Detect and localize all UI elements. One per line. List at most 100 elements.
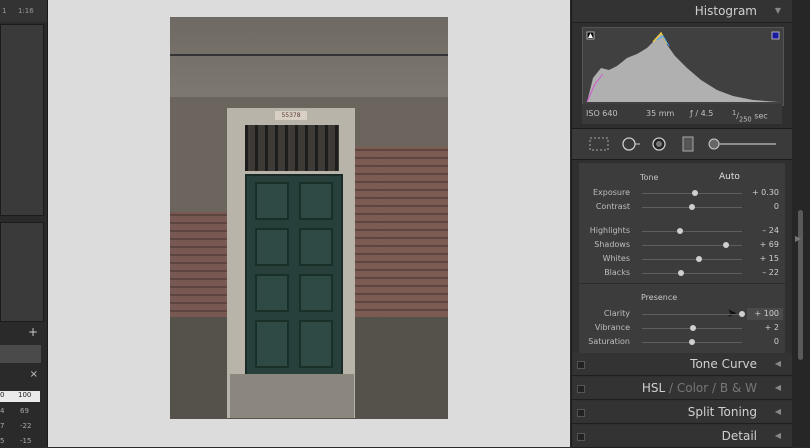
spot-removal-icon[interactable] (620, 136, 642, 152)
left-header-value-a: 1 (2, 7, 7, 15)
hsl-header[interactable]: HSL / Color / B & W ◀ (572, 377, 793, 400)
basic-panel: Tone Auto Presence ➤ Exposure + 0.30 Contr… (579, 163, 785, 353)
expand-triangle-icon[interactable]: ◀ (775, 359, 781, 368)
left-panel: 1 1:16 + × 0 100 4 69 7 -22 5 -15 (0, 0, 48, 447)
shutter-unit: sec (754, 111, 768, 121)
tone-value[interactable]: + 15 (747, 254, 779, 263)
panel-toggle-icon[interactable] (577, 361, 585, 369)
tone-slider-handle[interactable] (689, 204, 695, 210)
histogram-header[interactable]: Histogram ▼ (572, 0, 793, 23)
hsl-tab[interactable]: HSL (642, 381, 665, 395)
panel-toggle-icon[interactable] (577, 433, 585, 441)
history-row[interactable]: 7 -22 (0, 422, 40, 433)
photo-wire (170, 54, 448, 56)
highlight-clipping-icon[interactable] (771, 31, 780, 40)
tone-curve-header[interactable]: Tone Curve ◀ (572, 353, 793, 376)
presence-label: Saturation (588, 337, 630, 346)
tone-slider-handle[interactable] (723, 242, 729, 248)
hsl-title: HSL / Color / B & W (642, 381, 757, 395)
panel-toggle-icon[interactable] (577, 385, 585, 393)
history-row[interactable]: 4 69 (0, 407, 40, 418)
crop-icon[interactable] (588, 136, 610, 152)
photo-number-plate: 55378 (275, 111, 307, 120)
tone-slider-track[interactable] (642, 273, 742, 274)
photo-door-panel (299, 274, 333, 312)
history-row-b: -15 (20, 437, 32, 445)
scrollbar-thumb[interactable] (798, 210, 803, 360)
history-row-b: 69 (20, 407, 29, 415)
expand-triangle-icon[interactable]: ◀ (775, 431, 781, 440)
left-panel-bar[interactable] (0, 345, 41, 363)
history-row-a: 5 (0, 437, 5, 445)
collapse-triangle-icon[interactable]: ▼ (775, 6, 781, 15)
section-divider (579, 283, 785, 284)
red-eye-icon[interactable] (650, 136, 670, 152)
close-icon[interactable]: × (30, 369, 38, 380)
expand-triangle-icon[interactable]: ◀ (775, 383, 781, 392)
detail-title: Detail (721, 429, 757, 443)
histogram-luminance (587, 34, 779, 102)
photo-door-panel (255, 182, 289, 220)
histogram-graph[interactable] (582, 27, 784, 106)
photo-wall (170, 17, 448, 97)
photo-door-panel (255, 274, 289, 312)
hsl-separator: / (712, 381, 717, 395)
bw-tab[interactable]: B & W (720, 381, 757, 395)
add-icon[interactable]: + (28, 325, 38, 339)
presence-slider-handle[interactable] (739, 311, 745, 317)
history-row[interactable]: 5 -15 (0, 437, 40, 447)
presence-title: Presence (641, 293, 678, 302)
tone-value[interactable]: – 22 (747, 268, 779, 277)
hsl-separator: / (668, 381, 674, 395)
color-tab[interactable]: Color (677, 381, 708, 395)
presence-value[interactable]: 0 (747, 337, 779, 346)
presence-value[interactable]: + 2 (747, 323, 779, 332)
tone-label: Highlights (589, 226, 630, 235)
shutter-denominator: 250 (738, 115, 752, 124)
left-panel-header: 1 1:16 (0, 0, 47, 22)
history-row[interactable]: 0 100 (0, 391, 40, 402)
navigator-preview[interactable] (0, 24, 44, 216)
histogram-title: Histogram (694, 4, 757, 18)
panel-toggle-icon[interactable] (577, 409, 585, 417)
develop-panel: Histogram ▼ ISO 640 35 mm ƒ / 4.5 1/250 … (571, 0, 793, 448)
shutter-numerator: 1 (732, 109, 737, 117)
graduated-filter-icon[interactable] (680, 136, 696, 152)
tone-label: Whites (602, 254, 630, 263)
expand-triangle-icon[interactable]: ◀ (775, 407, 781, 416)
tone-curve-title: Tone Curve (690, 357, 757, 371)
tone-value[interactable]: – 24 (747, 226, 779, 235)
door-photo[interactable]: 55378 (170, 17, 448, 419)
photo-canvas[interactable]: 55378 (48, 0, 570, 447)
tone-label: Blacks (604, 268, 630, 277)
split-toning-header[interactable]: Split Toning ◀ (572, 401, 793, 424)
auto-tone-button[interactable]: Auto (719, 172, 740, 182)
presence-label: Clarity (603, 309, 630, 318)
photo-grill (245, 125, 339, 171)
histogram-chart (586, 31, 780, 103)
right-panel-arrow-icon[interactable]: ▶ (795, 234, 801, 243)
presence-slider-handle[interactable] (689, 339, 695, 345)
photo-door-panel (255, 320, 289, 368)
tone-slider-handle[interactable] (678, 270, 684, 276)
detail-header[interactable]: Detail ◀ (572, 425, 793, 448)
presence-value[interactable]: + 100 (747, 309, 779, 318)
tone-slider-handle[interactable] (696, 256, 702, 262)
tone-value[interactable]: + 0.30 (747, 188, 779, 197)
tone-value[interactable]: 0 (747, 202, 779, 211)
tone-value[interactable]: + 69 (747, 240, 779, 249)
tone-slider-track[interactable] (642, 259, 742, 260)
presence-slider-track[interactable] (642, 314, 742, 315)
tone-slider-handle[interactable] (692, 190, 698, 196)
right-scrollbar[interactable]: ▶ (792, 0, 810, 447)
tone-slider-track[interactable] (642, 231, 742, 232)
tone-slider-handle[interactable] (677, 228, 683, 234)
iso-value: ISO 640 (586, 109, 618, 118)
photo-door-panel (299, 228, 333, 266)
aperture-value: ƒ / 4.5 (690, 109, 714, 118)
photo-door (245, 174, 343, 378)
photo-steps (230, 374, 354, 418)
collections-list[interactable] (0, 222, 44, 322)
presence-slider-handle[interactable] (690, 325, 696, 331)
adjustment-brush-icon[interactable] (706, 136, 778, 152)
